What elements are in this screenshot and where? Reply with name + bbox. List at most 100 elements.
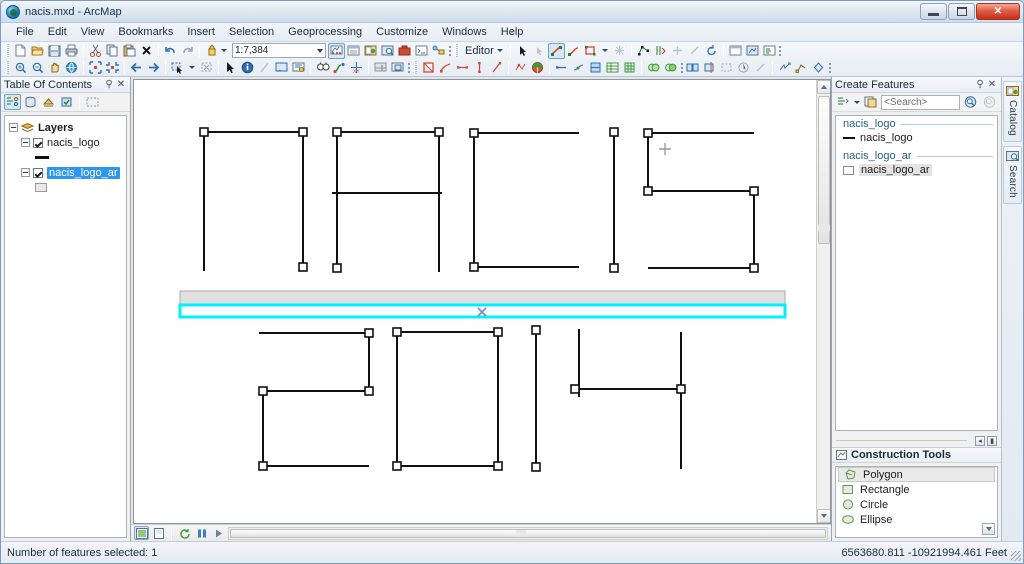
delete-icon[interactable]: [138, 43, 155, 59]
toc-layer-nacis_logo[interactable]: nacis_logo: [5, 135, 126, 150]
editor-toolbar-icon[interactable]: [328, 42, 345, 59]
toc-layer-nacis_logo_ar[interactable]: nacis_logo_ar: [5, 165, 126, 180]
sketch-properties-icon[interactable]: [744, 43, 761, 59]
search-icon[interactable]: [379, 43, 396, 59]
pin-icon[interactable]: ⚲: [103, 79, 115, 90]
add-data-icon[interactable]: [203, 43, 220, 59]
construction-tool-rectangle[interactable]: Rectangle: [836, 482, 997, 497]
map-graphics[interactable]: [134, 80, 831, 524]
arctoolbox-icon[interactable]: [396, 43, 413, 59]
select-features-icon[interactable]: [169, 60, 186, 76]
feature-templates-list[interactable]: nacis_logo nacis_logo nacis_logo_ar naci…: [835, 115, 998, 431]
feature-template-item[interactable]: nacis_logo: [836, 131, 997, 145]
toolbar-overflow-icon[interactable]: [778, 44, 783, 57]
copy-parallel-icon[interactable]: [735, 60, 752, 76]
continue-icon[interactable]: [211, 526, 226, 540]
select-dropdown-icon[interactable]: [189, 66, 195, 69]
construction-tool-polygon[interactable]: Polygon: [838, 467, 995, 482]
pan-icon[interactable]: [46, 60, 63, 76]
pause-drawing-icon[interactable]: [194, 526, 209, 540]
create-new-polygon-icon[interactable]: [621, 60, 638, 76]
side-tab-search[interactable]: Search: [1003, 145, 1022, 204]
construction-tools-scroll-down-button[interactable]: [982, 523, 995, 535]
topology-edit-tool-icon[interactable]: [437, 60, 454, 76]
menu-view[interactable]: View: [74, 24, 112, 40]
open-icon[interactable]: [29, 43, 46, 59]
template-group-header[interactable]: nacis_logo_ar: [836, 148, 997, 163]
map-horizontal-scrollbar[interactable]: [228, 526, 828, 540]
redo-icon[interactable]: [179, 43, 196, 59]
organize-templates-icon[interactable]: [835, 94, 852, 110]
hide-panel-button[interactable]: ◂: [975, 435, 985, 446]
union-icon[interactable]: [645, 60, 662, 76]
zoom-out-icon[interactable]: [29, 60, 46, 76]
pin-icon[interactable]: ⚲: [974, 79, 986, 90]
select-elements-icon[interactable]: [222, 60, 239, 76]
create-viewer-window-icon[interactable]: [389, 60, 406, 76]
planarize-lines-icon[interactable]: [570, 60, 587, 76]
merge-icon[interactable]: [684, 60, 701, 76]
intersect-icon[interactable]: [662, 60, 679, 76]
summarize-icon[interactable]: [604, 60, 621, 76]
toc-tree[interactable]: Layers nacis_logo nacis_logo_ar: [4, 115, 127, 538]
vertical-scroll-thumb[interactable]: [818, 96, 830, 244]
horizontal-scroll-grip[interactable]: [516, 529, 527, 537]
menu-bookmarks[interactable]: Bookmarks: [111, 24, 180, 40]
toc-symbol-line[interactable]: [5, 150, 126, 165]
add-data-dropdown-icon[interactable]: [221, 49, 227, 52]
cut-polygons-icon[interactable]: [669, 43, 686, 59]
identify-icon[interactable]: [239, 60, 256, 76]
straight-segment-icon[interactable]: [547, 42, 565, 59]
generalize-icon[interactable]: [512, 60, 529, 76]
edit-annotation-icon[interactable]: [531, 43, 548, 59]
rectangle-segment-icon[interactable]: [582, 43, 599, 59]
options-icon[interactable]: [84, 94, 101, 110]
construction-tool-ellipse[interactable]: Ellipse: [836, 512, 997, 527]
construction-tools-list[interactable]: Polygon Rectangle Circle Ellipse: [835, 466, 998, 538]
edit-vertices-icon[interactable]: [635, 43, 652, 59]
zoom-in-icon[interactable]: [12, 60, 29, 76]
python-window-icon[interactable]: [413, 43, 430, 59]
toc-root-layers[interactable]: Layers: [5, 120, 126, 135]
chevron-down-icon[interactable]: [854, 100, 860, 104]
toc-symbol-polygon[interactable]: [5, 180, 126, 195]
data-view-icon[interactable]: [134, 526, 149, 540]
go-to-xy-icon[interactable]: XY: [348, 60, 365, 76]
maximize-button[interactable]: [948, 3, 975, 20]
map-canvas[interactable]: [133, 79, 831, 524]
close-icon[interactable]: ✕: [986, 79, 998, 90]
side-tab-catalog[interactable]: Catalog: [1003, 81, 1022, 142]
menu-selection[interactable]: Selection: [222, 24, 281, 40]
buffer-icon[interactable]: [718, 60, 735, 76]
minimize-button[interactable]: [920, 3, 947, 20]
html-popup-icon[interactable]: [273, 60, 290, 76]
close-button[interactable]: ✕: [976, 3, 1020, 20]
attributes-icon[interactable]: [727, 43, 744, 59]
model-builder-icon[interactable]: [430, 43, 447, 59]
clip-icon[interactable]: [701, 60, 718, 76]
diamond-tool-icon[interactable]: [810, 60, 827, 76]
horizontal-scroll-thumb[interactable]: [230, 528, 826, 538]
go-back-extent-icon[interactable]: [128, 60, 145, 76]
fixed-zoom-out-icon[interactable]: [104, 60, 121, 76]
menu-geoprocessing[interactable]: Geoprocessing: [281, 24, 369, 40]
close-icon[interactable]: ✕: [115, 79, 127, 90]
construct-features-icon[interactable]: [553, 60, 570, 76]
find-route-icon[interactable]: [331, 60, 348, 76]
chevron-down-icon[interactable]: [317, 48, 323, 53]
menu-file[interactable]: File: [9, 24, 41, 40]
tools-toolbar-grip[interactable]: [6, 61, 9, 74]
catalog-icon[interactable]: [362, 43, 379, 59]
measure-icon[interactable]: [256, 60, 273, 76]
editor-menu-button[interactable]: Editor: [461, 43, 507, 58]
expander-icon[interactable]: [9, 123, 18, 132]
template-group-header[interactable]: nacis_logo: [836, 116, 997, 131]
toolbar-overflow-icon[interactable]: [827, 61, 832, 74]
toolbar-grip[interactable]: [6, 44, 9, 57]
new-map-icon[interactable]: [12, 43, 29, 59]
copy-icon[interactable]: [104, 43, 121, 59]
search-go-icon[interactable]: [962, 94, 979, 110]
menu-insert[interactable]: Insert: [180, 24, 222, 40]
print-icon[interactable]: [63, 43, 80, 59]
map-scale-combobox[interactable]: 1:7,384: [232, 43, 326, 58]
